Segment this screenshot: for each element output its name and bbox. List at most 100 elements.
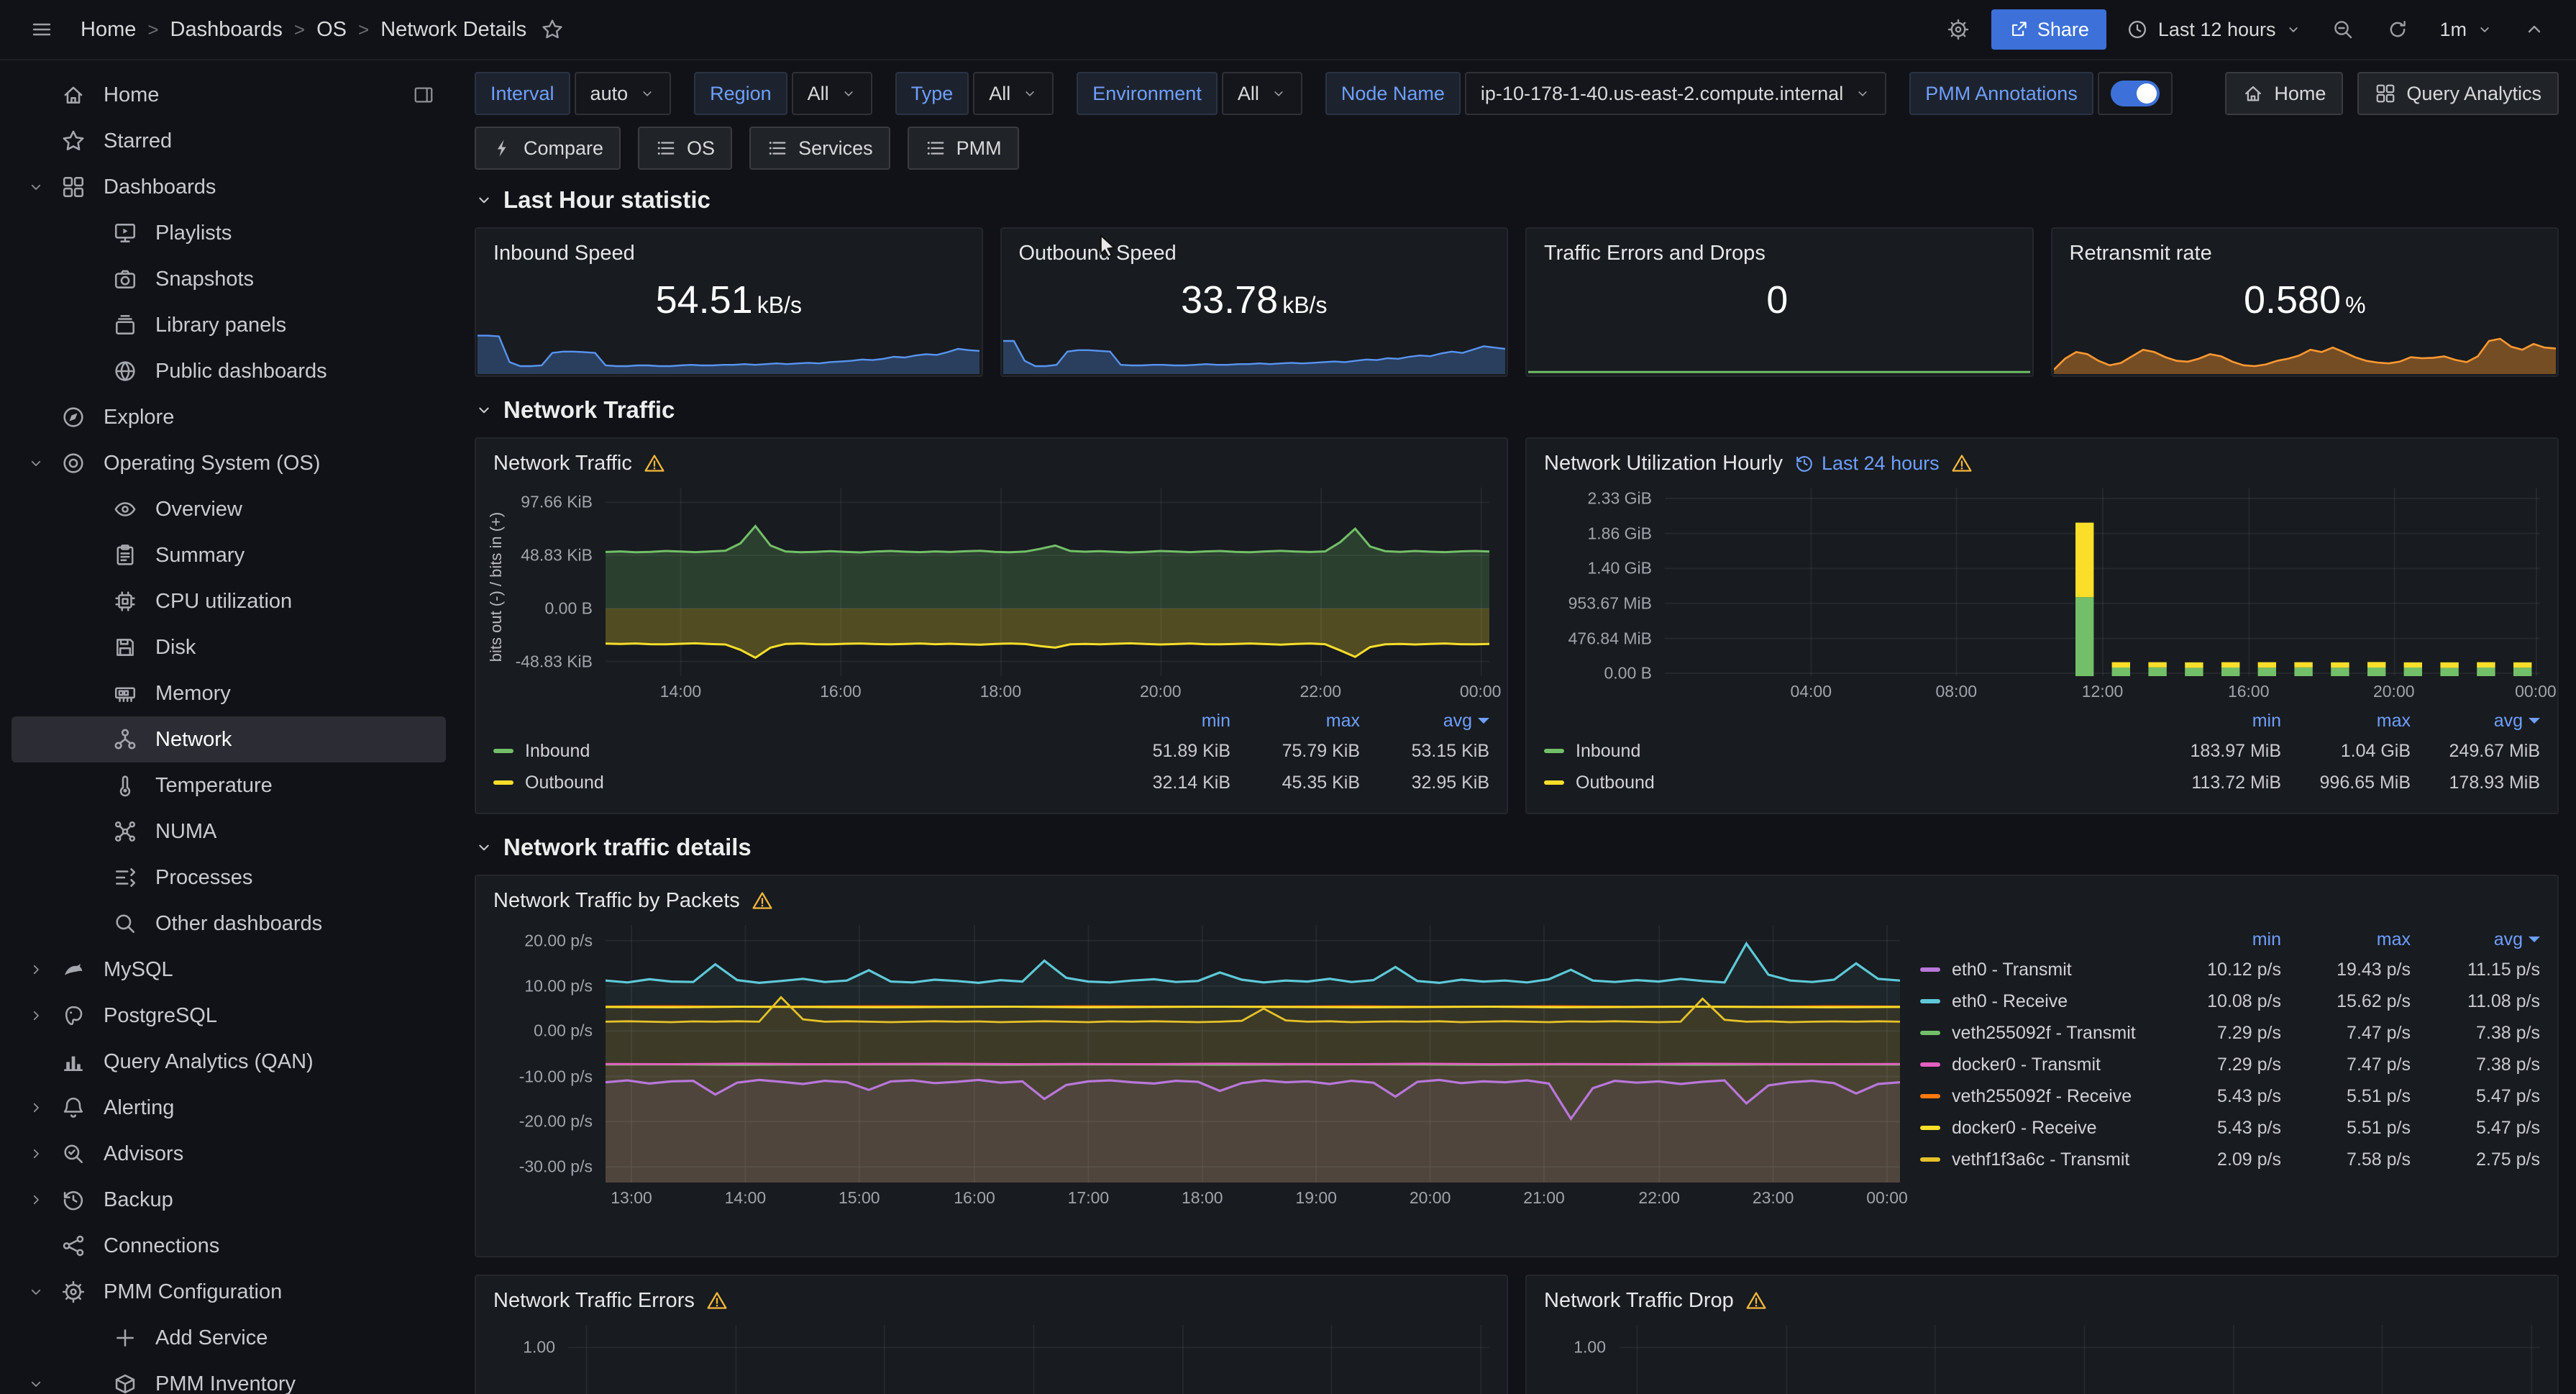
legend-series-name[interactable]: eth0 - Transmit xyxy=(1952,960,2072,980)
chevron-right-icon[interactable] xyxy=(20,961,52,978)
sidebar-item-home[interactable]: Home xyxy=(12,72,446,118)
breadcrumb-dashboards[interactable]: Dashboards xyxy=(170,18,283,42)
panel-title[interactable]: Network Traffic Drop xyxy=(1544,1289,1734,1313)
sidebar-item-mysql[interactable]: MySQL xyxy=(12,947,446,993)
sidebar-item-memory[interactable]: Memory xyxy=(12,670,446,716)
legend-series-name[interactable]: Outbound xyxy=(1576,773,1655,793)
filter-environment-value[interactable]: All xyxy=(1222,72,1302,115)
sidebar-item-numa[interactable]: NUMA xyxy=(12,808,446,855)
sidebar-item-overview[interactable]: Overview xyxy=(12,486,446,532)
share-button[interactable]: Share xyxy=(1991,9,2106,50)
pmm-button[interactable]: PMM xyxy=(908,127,1019,170)
legend-series-name[interactable]: eth0 - Receive xyxy=(1952,991,2068,1012)
chevron-right-icon[interactable] xyxy=(20,1007,52,1024)
legend-col-min[interactable]: min xyxy=(1101,711,1230,732)
chevron-down-icon[interactable] xyxy=(20,1283,52,1300)
sidebar-item-other-dashboards[interactable]: Other dashboards xyxy=(12,901,446,947)
chevron-right-icon[interactable] xyxy=(20,1191,52,1208)
chart-plot[interactable] xyxy=(1619,1325,2540,1394)
sidebar-item-operating-system-os[interactable]: Operating System (OS) xyxy=(12,440,446,486)
refresh-icon[interactable] xyxy=(2376,8,2419,51)
legend-col-avg[interactable]: avg xyxy=(2411,711,2540,732)
legend-col-max[interactable]: max xyxy=(2281,929,2411,950)
legend-col-avg[interactable]: avg xyxy=(2411,929,2540,950)
panel-title[interactable]: Retransmit rate xyxy=(2070,242,2212,265)
legend-series-name[interactable]: Inbound xyxy=(525,741,590,762)
sidebar-item-add-service[interactable]: Add Service xyxy=(12,1315,446,1361)
chart-plot[interactable] xyxy=(606,925,1900,1183)
legend-series-name[interactable]: veth255092f - Transmit xyxy=(1952,1023,2136,1044)
legend-col-max[interactable]: max xyxy=(2281,711,2411,732)
panel-collapse-icon[interactable] xyxy=(413,84,434,106)
legend-col-min[interactable]: min xyxy=(2152,929,2281,950)
filter-node-name-value[interactable]: ip-10-178-1-40.us-east-2.compute.interna… xyxy=(1465,72,1886,115)
sidebar-item-processes[interactable]: Processes xyxy=(12,855,446,901)
sidebar-item-postgresql[interactable]: PostgreSQL xyxy=(12,993,446,1039)
time-badge[interactable]: Last 24 hours xyxy=(1794,452,1940,475)
panel-title[interactable]: Inbound Speed xyxy=(493,242,635,265)
section-network-traffic-details[interactable]: Network traffic details xyxy=(475,832,2559,863)
sidebar-item-alerting[interactable]: Alerting xyxy=(12,1085,446,1131)
collapse-topbar-icon[interactable] xyxy=(2513,8,2556,51)
sidebar-item-query-analytics-qan[interactable]: Query Analytics (QAN) xyxy=(12,1039,446,1085)
services-button[interactable]: Services xyxy=(749,127,890,170)
zoom-out-icon[interactable] xyxy=(2321,8,2365,51)
panel-title[interactable]: Network Traffic by Packets xyxy=(493,889,740,913)
chart-plot[interactable] xyxy=(606,488,1489,676)
legend-col-avg[interactable]: avg xyxy=(1360,711,1489,732)
legend-series-name[interactable]: docker0 - Transmit xyxy=(1952,1054,2101,1075)
legend-series-name[interactable]: Inbound xyxy=(1576,741,1640,762)
chevron-down-icon[interactable] xyxy=(20,178,52,196)
sidebar-item-pmm-inventory[interactable]: PMM Inventory xyxy=(12,1361,446,1394)
query-analytics-button[interactable]: Query Analytics xyxy=(2357,72,2559,115)
panel-title[interactable]: Network Utilization Hourly xyxy=(1544,452,1783,475)
time-range-picker[interactable]: Last 12 hours xyxy=(2118,8,2311,51)
os-button[interactable]: OS xyxy=(638,127,732,170)
sidebar-item-backup[interactable]: Backup xyxy=(12,1177,446,1223)
section-network-traffic[interactable]: Network Traffic xyxy=(475,394,2559,426)
chart-plot[interactable] xyxy=(568,1325,1489,1394)
sidebar-item-disk[interactable]: Disk xyxy=(12,624,446,670)
sidebar-item-dashboards[interactable]: Dashboards xyxy=(12,164,446,210)
sidebar-item-starred[interactable]: Starred xyxy=(12,118,446,164)
panel-title[interactable]: Outbound Speed xyxy=(1019,242,1177,265)
section-last-hour-statistic[interactable]: Last Hour statistic xyxy=(475,184,2559,216)
sidebar-item-explore[interactable]: Explore xyxy=(12,394,446,440)
sidebar-item-network[interactable]: Network xyxy=(12,716,446,762)
sidebar-item-playlists[interactable]: Playlists xyxy=(12,210,446,256)
chart-plot[interactable] xyxy=(1665,488,2540,676)
refresh-interval-picker[interactable]: 1m xyxy=(2431,8,2501,51)
star-icon[interactable] xyxy=(535,8,570,51)
dashboard-settings-icon[interactable] xyxy=(1937,8,1980,51)
sidebar-item-connections[interactable]: Connections xyxy=(12,1223,446,1269)
panel-title[interactable]: Network Traffic Errors xyxy=(493,1289,695,1313)
compare-button[interactable]: Compare xyxy=(475,127,621,170)
legend-series-name[interactable]: veth255092f - Receive xyxy=(1952,1086,2132,1107)
chevron-right-icon[interactable] xyxy=(20,1145,52,1162)
filter-interval-value[interactable]: auto xyxy=(575,72,672,115)
legend-col-min[interactable]: min xyxy=(2152,711,2281,732)
breadcrumb-os[interactable]: OS xyxy=(316,18,347,42)
legend-col-max[interactable]: max xyxy=(1230,711,1360,732)
chevron-right-icon[interactable] xyxy=(20,1099,52,1116)
chevron-down-icon[interactable] xyxy=(20,455,52,472)
sidebar-item-pmm-configuration[interactable]: PMM Configuration xyxy=(12,1269,446,1315)
home-button[interactable]: Home xyxy=(2225,72,2343,115)
filter-region-value[interactable]: All xyxy=(792,72,872,115)
sidebar-item-cpu-utilization[interactable]: CPU utilization xyxy=(12,578,446,624)
filter-type-value[interactable]: All xyxy=(973,72,1054,115)
sidebar-item-snapshots[interactable]: Snapshots xyxy=(12,256,446,302)
legend-series-name[interactable]: vethf1f3a6c - Transmit xyxy=(1952,1149,2129,1170)
sidebar-item-library-panels[interactable]: Library panels xyxy=(12,302,446,348)
menu-icon[interactable] xyxy=(20,8,63,51)
legend-series-name[interactable]: Outbound xyxy=(525,773,604,793)
sidebar-item-summary[interactable]: Summary xyxy=(12,532,446,578)
chevron-down-icon[interactable] xyxy=(20,1375,52,1393)
panel-title[interactable]: Traffic Errors and Drops xyxy=(1544,242,1766,265)
breadcrumb-home[interactable]: Home xyxy=(81,18,136,42)
pmm-annotations-toggle[interactable] xyxy=(2111,81,2160,106)
panel-title[interactable]: Network Traffic xyxy=(493,452,632,475)
sidebar-item-advisors[interactable]: Advisors xyxy=(12,1131,446,1177)
legend-series-name[interactable]: docker0 - Receive xyxy=(1952,1118,2096,1139)
sidebar-item-temperature[interactable]: Temperature xyxy=(12,762,446,808)
